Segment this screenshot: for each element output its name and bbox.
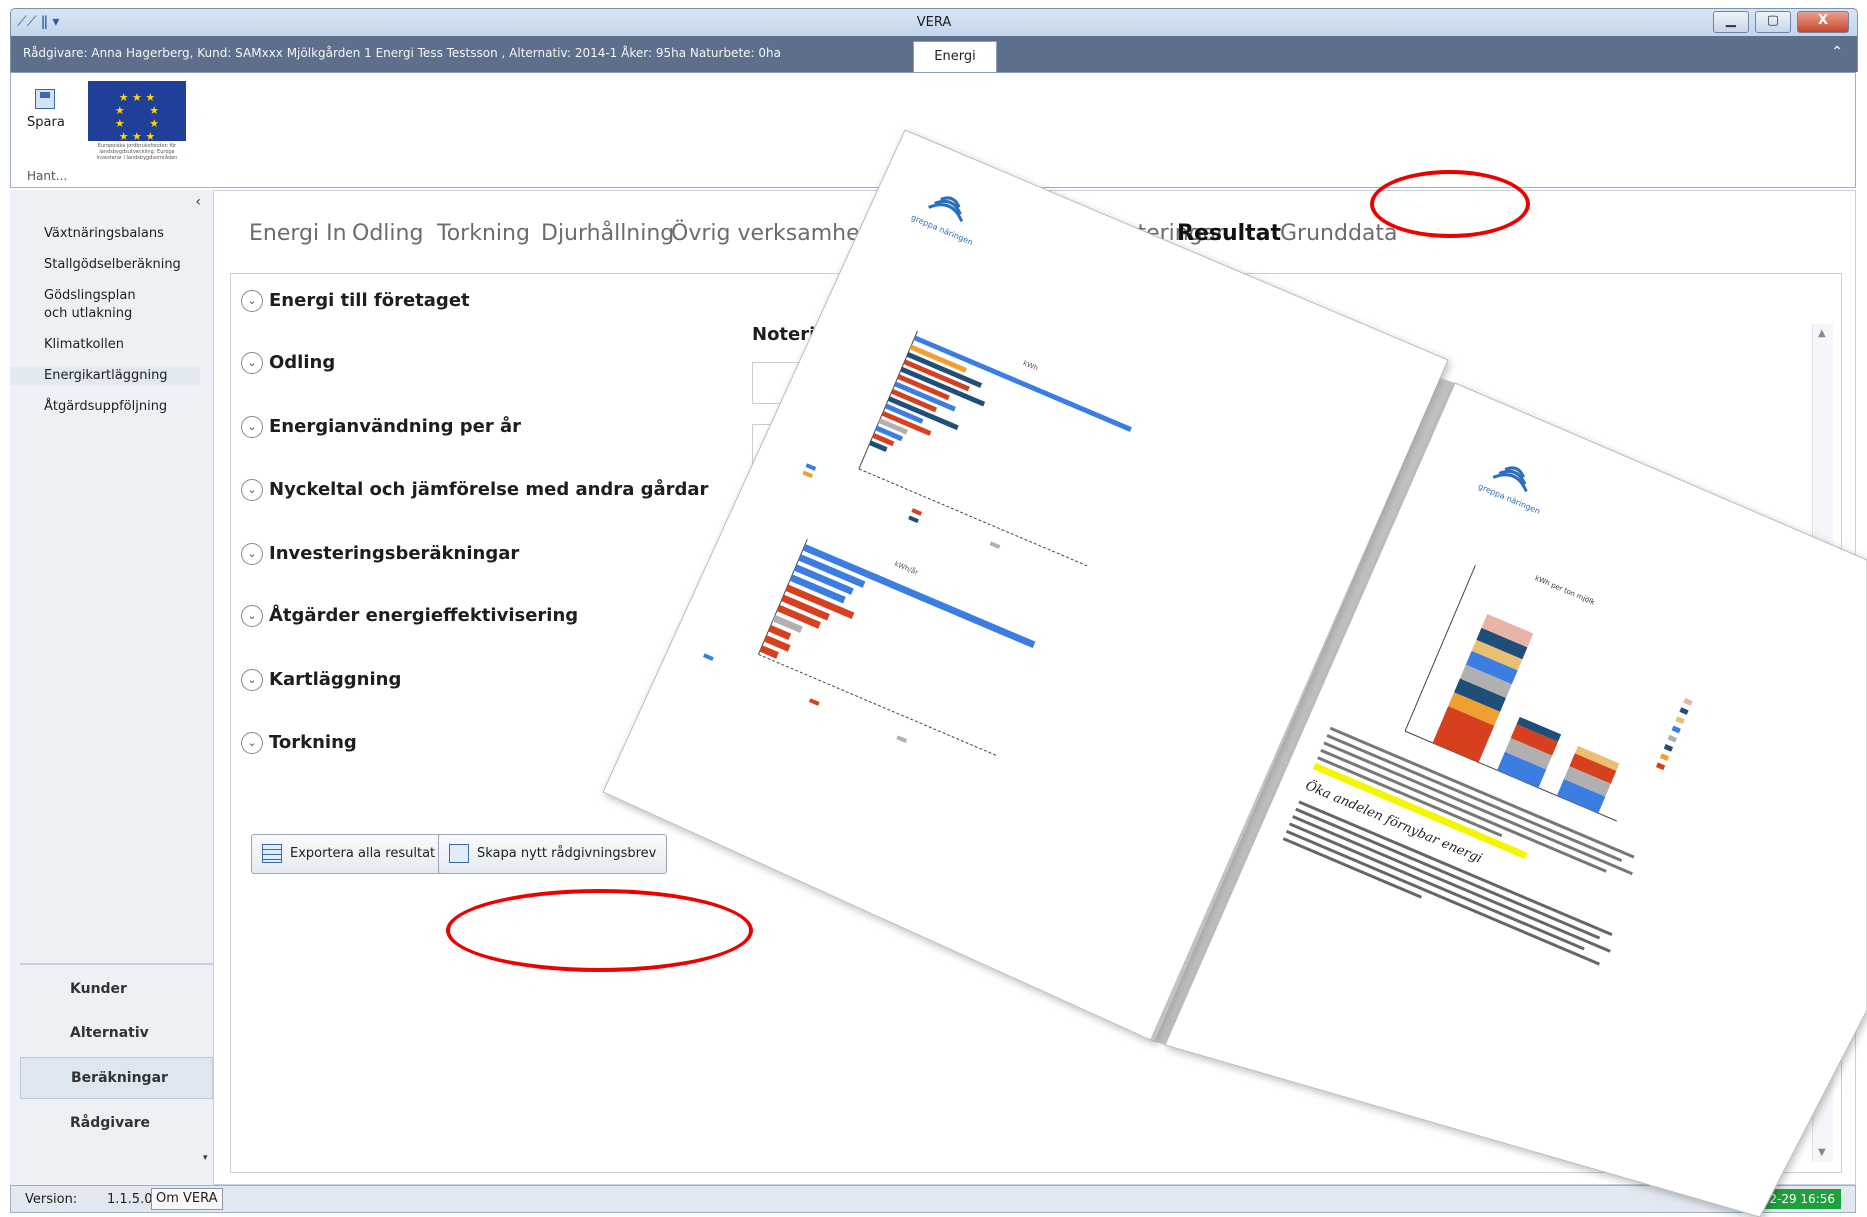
maximize-button[interactable]: ▢ [1754,11,1791,33]
word-document-icon [449,844,469,863]
scroll-down-icon[interactable]: ▼ [1818,1147,1826,1158]
expand-icon[interactable]: ⌄ [241,352,263,374]
tab-atgarder[interactable]: Åtgärder [949,221,1045,246]
section-title: Kartläggning [269,669,402,690]
sidebar-item-vaxtnaringsbalans[interactable]: Växtnäringsbalans [10,225,200,243]
expand-icon[interactable]: ⌄ [241,290,263,312]
window-title: VERA [916,15,952,30]
eu-caption: Europeiska jordbruksfonden för landsbygd… [96,143,178,161]
save-button[interactable]: Spara [27,89,65,130]
section-nyckeltal[interactable]: ⌄ Nyckeltal och jämförelse med andra gård… [241,479,708,501]
expand-icon[interactable]: ⌄ [241,605,263,627]
table-icon [262,844,282,863]
note-field[interactable] [752,362,894,404]
ribbon-group-label: Hant... [27,169,68,183]
section-atgarder-energieffektivisering[interactable]: ⌄ Åtgärder energieffektivisering [241,605,578,627]
section-title: Energianvändning per år [269,416,521,437]
about-vera-button[interactable]: Om VERA [151,1188,223,1210]
expand-icon[interactable]: ⌄ [241,732,263,754]
eu-stars: ★ ★ ★ ★ ★ ★ ★ ★ ★ ★ [114,91,160,143]
section-odling[interactable]: ⌄ Odling [241,352,335,374]
sidebar: ‹ Växtnäringsbalans Stallgödselberäkning… [10,190,214,1190]
window-controls: ▁ ▢ X [1711,11,1849,33]
section-investeringsberakningar[interactable]: ⌄ Investeringsberäkningar [241,543,519,565]
tab-djurhallning[interactable]: Djurhållning [541,221,674,246]
tab-odling[interactable]: Odling [352,221,423,246]
export-button-label: Exportera alla resultat [290,846,436,861]
expand-icon[interactable]: ⌄ [241,479,263,501]
section-energi-till-foretaget[interactable]: ⌄ Energi till företaget [241,290,470,312]
sidebar-item-stallgodselberakning[interactable]: Stallgödselberäkning [10,256,200,274]
section-kartlaggning[interactable]: ⌄ Kartläggning [241,669,401,691]
vertical-scrollbar[interactable]: ▲ ▼ [1812,324,1833,1162]
section-title: Energi till företaget [269,290,470,311]
annotation-ellipse-create-letter [446,889,753,972]
version-label: Version: [25,1192,78,1207]
expand-icon[interactable]: ⌄ [241,416,263,438]
tab-energi-in[interactable]: Energi In [249,221,347,246]
sidebar-item-klimatkollen[interactable]: Klimatkollen [10,336,200,354]
sidebar-item-energikartlaggning[interactable]: Energikartläggning [10,367,200,385]
minimize-button[interactable]: ▁ [1712,11,1749,33]
close-button[interactable]: X [1797,11,1849,33]
section-title: Torkning [269,732,357,753]
ribbon-body: Spara ★ ★ ★ ★ ★ ★ ★ ★ ★ ★ Europeiska jor… [10,72,1856,188]
version-value: 1.1.5.0 [107,1192,153,1207]
export-all-results-button[interactable]: Exportera alla resultat [251,834,447,874]
collapse-sidebar-icon[interactable]: ‹ [195,194,201,210]
section-torkning[interactable]: ⌄ Torkning [241,732,357,754]
eu-flag-logo: ★ ★ ★ ★ ★ ★ ★ ★ ★ ★ [88,81,186,143]
save-icon [35,89,55,109]
tab-ovrig-verksamhet[interactable]: Övrig verksamhet [671,221,868,246]
expand-icon[interactable]: ⌄ [241,669,263,691]
scroll-up-icon[interactable]: ▲ [1818,328,1826,339]
section-title: Åtgärder energieffektivisering [269,605,579,626]
create-letter-label: Skapa nytt rådgivningsbrev [477,846,657,861]
tab-energi[interactable]: Energi [913,41,997,73]
section-title: Investeringsberäkningar [269,543,520,564]
annotation-ellipse-resultat [1370,170,1530,238]
sidebar-button-berakningar[interactable]: Beräkningar [20,1057,213,1099]
window-titlebar: ⟋⟋ ǁ ▾ VERA ▁ ▢ X [10,8,1858,37]
sidebar-button-kunder[interactable]: Kunder [20,969,213,1009]
sidebar-button-radgivare[interactable]: Rådgivare [20,1103,213,1143]
sidebar-bottom-nav: Kunder Alternativ Beräkningar Rådgivare [20,963,213,1143]
status-bar: Version: 1.1.5.0 Om VERA -12-29 16:56 [10,1185,1856,1213]
tab-resultat[interactable]: Resultat [1177,221,1281,246]
sidebar-nav: Växtnäringsbalans Stallgödselberäkning G… [10,225,213,429]
note-field[interactable] [752,424,894,466]
section-title: Nyckeltal och jämförelse med andra gårda… [269,479,709,500]
section-energianvandning[interactable]: ⌄ Energianvändning per år [241,416,521,438]
save-label: Spara [27,115,65,130]
main-content: Energi In Odling Torkning Djurhållning Ö… [213,190,1856,1185]
sidebar-item-godslingsplan[interactable]: Gödslingsplan och utlakning [10,287,160,323]
sidebar-button-alternativ[interactable]: Alternativ [20,1013,213,1053]
note-field[interactable] [752,488,894,530]
tab-torkning[interactable]: Torkning [437,221,530,246]
section-title: Odling [269,352,336,373]
notes-heading: Noteringar [752,324,863,345]
timestamp-badge: -12-29 16:56 [1751,1189,1841,1209]
ribbon-tab-bar: Rådgivare: Anna Hagerberg, Kund: SAMxxx … [10,36,1858,73]
context-label: Rådgivare: Anna Hagerberg, Kund: SAMxxx … [23,46,781,60]
result-tabs: Energi In Odling Torkning Djurhållning Ö… [214,191,1855,246]
sidebar-more-icon[interactable]: ▾ [203,1153,208,1163]
collapse-ribbon-icon[interactable]: ⌃ [1831,44,1843,60]
tab-grunddata[interactable]: Grunddata [1280,221,1398,246]
result-panel: ⌄ Energi till företaget ⌄ Odling ⌄ Energian… [230,273,1842,1173]
expand-icon[interactable]: ⌄ [241,543,263,565]
sidebar-item-atgardsuppfoljning[interactable]: Åtgärdsuppföljning [10,398,200,416]
create-advice-letter-button[interactable]: Skapa nytt rådgivningsbrev [438,834,668,874]
